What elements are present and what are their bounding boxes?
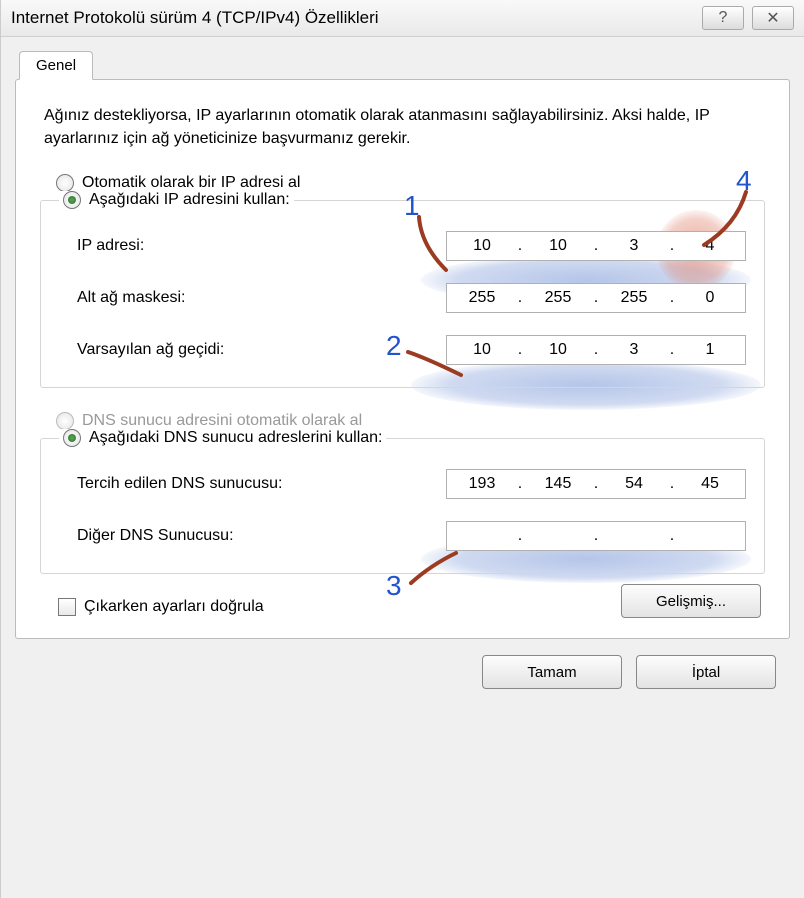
annot-1: 1 xyxy=(404,190,420,222)
row-subnet: Alt ağ maskesi: 255. 255. 255. 0 xyxy=(77,283,746,313)
help-button[interactable]: ? xyxy=(702,6,744,30)
general-panel: Ağınız destekliyorsa, IP ayarlarının oto… xyxy=(15,79,790,639)
ip-oct4[interactable]: 4 xyxy=(675,237,745,255)
dns1-oct1[interactable]: 193 xyxy=(447,475,517,493)
row-dns1: Tercih edilen DNS sunucusu: 193. 145. 54… xyxy=(77,469,746,499)
checkbox-label: Çıkarken ayarları doğrula xyxy=(84,598,264,616)
tab-general[interactable]: Genel xyxy=(19,51,93,80)
radio-icon xyxy=(63,429,81,447)
gw-oct1[interactable]: 10 xyxy=(447,341,517,359)
mask-oct3[interactable]: 255 xyxy=(599,289,669,307)
mask-oct2[interactable]: 255 xyxy=(523,289,593,307)
radio-label: Otomatik olarak bir IP adresi al xyxy=(82,174,300,192)
annot-2: 2 xyxy=(386,330,402,362)
dns1-oct2[interactable]: 145 xyxy=(523,475,593,493)
gw-oct2[interactable]: 10 xyxy=(523,341,593,359)
row-dns2: Diğer DNS Sunucusu: . . . xyxy=(77,521,746,551)
radio-auto-dns: DNS sunucu adresini otomatik olarak al xyxy=(56,412,765,430)
ip-oct3[interactable]: 3 xyxy=(599,237,669,255)
annot-4: 4 xyxy=(736,165,752,197)
input-dns2[interactable]: . . . xyxy=(446,521,746,551)
input-gateway[interactable]: 10. 10. 3. 1 xyxy=(446,335,746,365)
gw-oct3[interactable]: 3 xyxy=(599,341,669,359)
input-ip-address[interactable]: 10. 10. 3. 4 xyxy=(446,231,746,261)
radio-icon xyxy=(63,191,81,209)
label-subnet: Alt ağ maskesi: xyxy=(77,289,446,307)
mask-oct4[interactable]: 0 xyxy=(675,289,745,307)
close-button[interactable]: ✕ xyxy=(752,6,794,30)
window-title: Internet Protokolü sürüm 4 (TCP/IPv4) Öz… xyxy=(11,8,694,28)
radio-manual-ip[interactable]: Aşağıdaki IP adresini kullan: xyxy=(63,191,290,209)
dialog-footer: Tamam İptal xyxy=(15,639,790,689)
description-text: Ağınız destekliyorsa, IP ayarlarının oto… xyxy=(44,104,761,150)
radio-manual-dns[interactable]: Aşağıdaki DNS sunucu adreslerini kullan: xyxy=(63,429,382,447)
label-dns2: Diğer DNS Sunucusu: xyxy=(77,527,446,545)
titlebar: Internet Protokolü sürüm 4 (TCP/IPv4) Öz… xyxy=(1,0,804,37)
input-dns1[interactable]: 193. 145. 54. 45 xyxy=(446,469,746,499)
dns1-oct4[interactable]: 45 xyxy=(675,475,745,493)
annot-3: 3 xyxy=(386,570,402,602)
radio-icon xyxy=(56,174,74,192)
ok-button[interactable]: Tamam xyxy=(482,655,622,689)
radio-label: Aşağıdaki IP adresini kullan: xyxy=(89,191,290,209)
checkbox-icon xyxy=(58,598,76,616)
content-area: Genel Ağınız destekliyorsa, IP ayarların… xyxy=(1,37,804,703)
tab-strip: Genel xyxy=(15,51,790,80)
radio-icon xyxy=(56,412,74,430)
label-dns1: Tercih edilen DNS sunucusu: xyxy=(77,475,446,493)
mask-oct1[interactable]: 255 xyxy=(447,289,517,307)
gw-oct4[interactable]: 1 xyxy=(675,341,745,359)
group-manual-dns: Aşağıdaki DNS sunucu adreslerini kullan:… xyxy=(40,438,765,574)
dns1-oct3[interactable]: 54 xyxy=(599,475,669,493)
advanced-button[interactable]: Gelişmiş... xyxy=(621,584,761,618)
cancel-button[interactable]: İptal xyxy=(636,655,776,689)
row-gateway: Varsayılan ağ geçidi: 10. 10. 3. 1 xyxy=(77,335,746,365)
ipv4-properties-window: Internet Protokolü sürüm 4 (TCP/IPv4) Öz… xyxy=(0,0,804,898)
radio-label: DNS sunucu adresini otomatik olarak al xyxy=(82,412,362,430)
row-ip-address: IP adresi: 10. 10. 3. 4 xyxy=(77,231,746,261)
input-subnet[interactable]: 255. 255. 255. 0 xyxy=(446,283,746,313)
group-manual-ip: Aşağıdaki IP adresini kullan: IP adresi:… xyxy=(40,200,765,388)
ip-oct1[interactable]: 10 xyxy=(447,237,517,255)
radio-label: Aşağıdaki DNS sunucu adreslerini kullan: xyxy=(89,429,382,447)
label-ip: IP adresi: xyxy=(77,237,446,255)
ip-oct2[interactable]: 10 xyxy=(523,237,593,255)
